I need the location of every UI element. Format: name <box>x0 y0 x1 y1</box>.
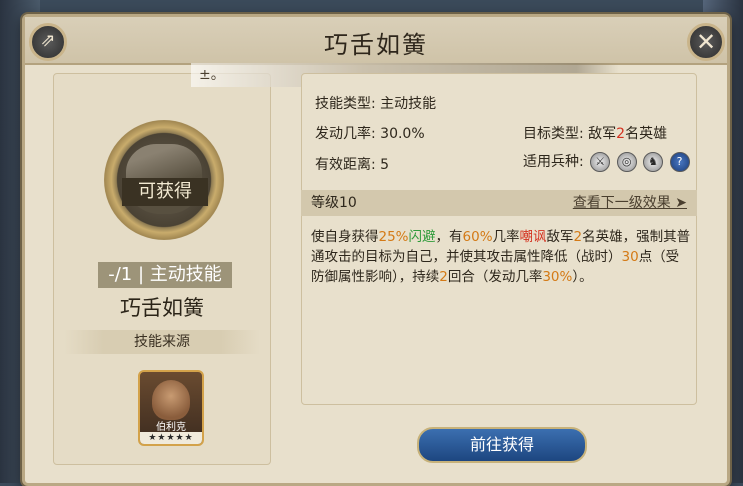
troop-label: 适用兵种: <box>523 154 584 170</box>
close-icon: ✕ <box>695 28 717 56</box>
distance-label: 有效距离: <box>315 157 376 173</box>
sword-icon: ⚔ <box>590 152 611 172</box>
level-label: 等级10 <box>311 195 357 211</box>
skill-left-panel: 可获得 -/1 | 主动技能 巧舌如簧 技能来源 伯利克 ★★★★★ <box>53 73 271 465</box>
desc-highlight: 闪避 <box>408 229 436 245</box>
next-level-link[interactable]: 查看下一级效果 ➤ <box>573 190 687 216</box>
desc-highlight: 嘲讽 <box>519 229 547 245</box>
troop-row: 适用兵种: ⚔ ◎ ♞ ? <box>523 151 690 172</box>
skill-description: 使自身获得25%闪避，有60%几率嘲讽敌军2名英雄，强制其普通攻击的目标为自己，… <box>311 227 691 287</box>
desc-text: 敌军 <box>546 229 574 245</box>
distance-value: 5 <box>380 157 390 173</box>
target-type-suffix: 名英雄 <box>625 126 668 142</box>
skill-type-label: 技能类型: <box>315 96 376 112</box>
skill-type-value: 主动技能 <box>380 96 437 112</box>
target-type-prefix: 敌军 <box>588 126 617 142</box>
skill-type-row: 技能类型: 主动技能 <box>315 93 436 113</box>
level-row: 等级10 查看下一级效果 ➤ <box>301 190 697 216</box>
title-bar: ⇗ 巧舌如簧 ✕ <box>25 17 727 65</box>
hero-card[interactable]: 伯利克 ★★★★★ <box>138 370 204 446</box>
target-type-row: 目标类型: 敌军2名英雄 <box>523 123 667 143</box>
desc-text: ，有 <box>435 229 463 245</box>
desc-text: 回合（发动几率 <box>447 269 543 285</box>
trigger-rate-label: 发动几率: <box>315 126 376 142</box>
desc-highlight: 30 <box>621 249 639 265</box>
desc-text: 几率 <box>492 229 520 245</box>
target-icon: ◎ <box>616 152 637 172</box>
dialog-title: 巧舌如簧 <box>324 31 428 59</box>
hero-portrait-icon <box>152 380 190 420</box>
target-type-label: 目标类型: <box>523 126 584 142</box>
skill-name: 巧舌如簧 <box>120 296 204 320</box>
desc-highlight: 25% <box>378 229 409 245</box>
close-button[interactable]: ✕ <box>687 23 725 61</box>
hero-stars: ★★★★★ <box>140 432 202 444</box>
question-icon: ? <box>669 152 690 172</box>
desc-highlight: 60% <box>462 229 493 245</box>
desc-highlight: 2 <box>439 269 448 285</box>
obtainable-label: 可获得 <box>122 178 208 206</box>
skill-source-label: 技能来源 <box>64 330 260 354</box>
desc-highlight: 2 <box>573 229 583 245</box>
trigger-rate-value: 30.0% <box>380 126 425 142</box>
distance-row: 有效距离: 5 <box>315 154 389 174</box>
target-type-num: 2 <box>616 126 626 142</box>
go-obtain-button[interactable]: 前往获得 <box>417 427 587 463</box>
desc-highlight: 30% <box>542 269 573 285</box>
skill-level-badge: -/1 | 主动技能 <box>98 262 232 288</box>
skill-dialog: ⇗ 巧舌如簧 ✕ 可获得 -/1 | 主动技能 巧舌如簧 技能来源 伯利克 ★★… <box>22 14 730 486</box>
desc-text: ）。 <box>572 269 593 285</box>
trigger-rate-row: 发动几率: 30.0% <box>315 123 425 143</box>
hero-name: 伯利克 <box>156 422 186 433</box>
desc-text: 使自身获得 <box>311 229 379 245</box>
horse-icon: ♞ <box>643 152 664 172</box>
